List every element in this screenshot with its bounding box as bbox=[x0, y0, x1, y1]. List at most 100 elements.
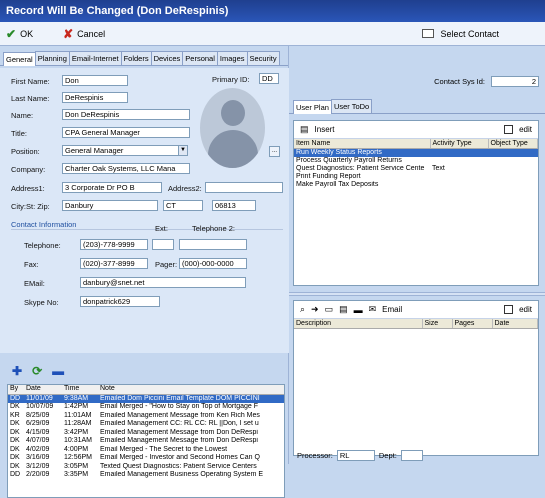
att-header-pages[interactable]: Pages bbox=[452, 319, 493, 329]
tab-general[interactable]: General bbox=[3, 52, 36, 66]
cancel-button[interactable]: ✘ Cancel bbox=[63, 27, 105, 41]
refresh-icon[interactable]: ⟳ bbox=[32, 364, 42, 378]
skype-field[interactable]: donpatrick629 bbox=[80, 296, 160, 307]
history-row[interactable]: DK 10/07/09 1:42PM Email Merged - "How to S… bbox=[8, 403, 284, 412]
add-plus-icon[interactable]: ✚ bbox=[12, 364, 22, 378]
tab-folders[interactable]: Folders bbox=[120, 51, 152, 65]
tab-planning[interactable]: Planning bbox=[34, 51, 70, 65]
plan-row[interactable]: Run Weekly Status Reports bbox=[294, 148, 538, 157]
pager-field[interactable]: (000)-000-0000 bbox=[179, 258, 247, 269]
contact-info-divider bbox=[11, 229, 283, 230]
contact-info-label: Contact Information bbox=[11, 220, 77, 229]
first-name-label: First Name: bbox=[11, 77, 50, 86]
history-cell-by: DD bbox=[10, 471, 21, 478]
window-title: Record Will Be Changed (Don DeRespinis) bbox=[0, 0, 545, 22]
remove-minus-icon[interactable]: ▬ bbox=[52, 364, 64, 378]
primary-id-field[interactable]: DD bbox=[259, 73, 279, 84]
chevron-down-icon[interactable]: ▼ bbox=[178, 146, 187, 155]
edit2-checkbox[interactable] bbox=[504, 305, 514, 314]
history-cell-by: DD bbox=[8, 394, 24, 403]
name-field[interactable]: Don DeRespinis bbox=[62, 109, 190, 120]
first-name-field[interactable]: Don bbox=[62, 75, 128, 86]
plan-row[interactable]: Print Funding Report bbox=[294, 173, 538, 181]
plan-cell-activity-type bbox=[430, 148, 488, 157]
pane-splitter[interactable] bbox=[289, 292, 545, 296]
insert-icon[interactable]: ▤ bbox=[300, 124, 309, 135]
history-header-by[interactable]: By bbox=[8, 385, 24, 395]
avatar-head-shape bbox=[221, 100, 245, 126]
plan-row[interactable]: Quest Diagnostics: Patient Service Cente… bbox=[294, 165, 538, 173]
tab-personal[interactable]: Personal bbox=[182, 51, 218, 65]
plan-cell-object-type bbox=[488, 148, 538, 157]
state-field[interactable]: CT bbox=[163, 200, 203, 211]
user-plan-toolbar: ▤ Insert edit bbox=[294, 121, 538, 139]
address1-label: Address1: bbox=[11, 184, 45, 193]
contact-sys-id-field[interactable]: 2 bbox=[491, 76, 539, 87]
history-cell-time: 4:00PM bbox=[64, 445, 89, 453]
arrow-icon[interactable]: ➜ bbox=[311, 304, 319, 315]
tab-security[interactable]: Security bbox=[246, 51, 280, 65]
plan-cell-item-name: Make Payroll Tax Deposits bbox=[296, 180, 379, 188]
dept-field[interactable] bbox=[400, 450, 423, 461]
title-field[interactable]: CPA General Manager bbox=[62, 127, 190, 138]
telephone2-field[interactable] bbox=[179, 239, 247, 250]
email-button[interactable]: Email bbox=[382, 305, 402, 314]
plan-row[interactable]: Process Quarterly Payroll Returns bbox=[294, 157, 538, 165]
history-cell-note: Emailed Management Message from Don DeRe… bbox=[100, 437, 258, 444]
history-row[interactable]: DD 11/01/09 9:38AM Emailed Dom Piccini Emai… bbox=[8, 394, 284, 403]
att-header-size[interactable]: Size bbox=[422, 319, 453, 329]
history-row[interactable]: DK 4/07/09 10:31AM Emailed Management Messa… bbox=[8, 437, 284, 446]
attachments-pane: ⌕ ➜ ▭ ▤ ▬ ✉ Email edit Description Size bbox=[293, 300, 539, 456]
insert-button[interactable]: Insert bbox=[315, 125, 335, 134]
plan-row[interactable]: Make Payroll Tax Deposits bbox=[294, 181, 538, 189]
fax-field[interactable]: (020)-377-8999 bbox=[80, 258, 148, 269]
plan-header-object-type[interactable]: Object Type bbox=[488, 139, 538, 149]
history-cell-time: 3:42PM bbox=[64, 428, 89, 436]
history-row[interactable]: DK 4/15/09 3:42PM Emailed Management Messag… bbox=[8, 429, 284, 438]
edit-checkbox[interactable] bbox=[504, 125, 514, 134]
contact-photo-placeholder bbox=[200, 88, 265, 168]
processor-field[interactable]: RL bbox=[336, 450, 375, 461]
email-field[interactable]: danbury@snet.net bbox=[80, 277, 246, 288]
history-header-time[interactable]: Time bbox=[62, 385, 98, 395]
history-cell-by: DK bbox=[10, 454, 20, 461]
plan-header-activity-type[interactable]: Activity Type bbox=[430, 139, 489, 149]
tab-user-todo[interactable]: User ToDo bbox=[330, 99, 373, 113]
tab-email-internet[interactable]: Email-Internet bbox=[68, 51, 122, 65]
plan-cell-activity-type bbox=[430, 181, 488, 189]
minus-icon[interactable]: ▬ bbox=[354, 305, 363, 315]
att-header-date[interactable]: Date bbox=[492, 319, 538, 329]
history-row[interactable]: DK 3/16/09 12:56PM Email Merged - Investor … bbox=[8, 454, 284, 463]
address2-field[interactable] bbox=[205, 182, 283, 193]
history-row[interactable]: KR 8/25/09 11:01AM Emailed Management Messa… bbox=[8, 412, 284, 421]
telephone-field[interactable]: (203)-778-9999 bbox=[80, 239, 148, 250]
address1-field[interactable]: 3 Corporate Dr PO B bbox=[62, 182, 162, 193]
attachments-toolbar: ⌕ ➜ ▭ ▤ ▬ ✉ Email edit bbox=[294, 301, 538, 319]
history-row[interactable]: DK 6/29/09 11:28AM Emailed Management CC: R… bbox=[8, 420, 284, 429]
folder-icon[interactable]: ▭ bbox=[325, 304, 334, 315]
tab-images[interactable]: Images bbox=[216, 51, 248, 65]
ok-button[interactable]: ✔ OK bbox=[6, 27, 33, 41]
history-header-date[interactable]: Date bbox=[24, 385, 62, 395]
email-icon[interactable]: ✉ bbox=[369, 304, 377, 315]
history-row[interactable]: DD 2/20/09 3:35PM Emailed Management Busine… bbox=[8, 471, 284, 480]
history-header-note[interactable]: Note bbox=[98, 385, 284, 395]
history-cell-time: 3:35PM bbox=[64, 471, 89, 478]
last-name-field[interactable]: DeRespinis bbox=[62, 92, 128, 103]
history-row[interactable]: DK 4/02/09 4:00PM Email Merged - The Secret… bbox=[8, 446, 284, 455]
document-icon[interactable]: ▤ bbox=[339, 304, 348, 315]
select-contact-button[interactable]: Select Contact bbox=[422, 29, 499, 39]
att-header-description[interactable]: Description bbox=[294, 319, 423, 329]
company-field[interactable]: Charter Oak Systems, LLC Mana bbox=[62, 163, 190, 174]
city-field[interactable]: Danbury bbox=[62, 200, 158, 211]
left-panel: General Planning Email-Internet Folders … bbox=[0, 46, 289, 498]
plan-cell-item-name: Process Quarterly Payroll Returns bbox=[296, 156, 402, 164]
zip-field[interactable]: 06813 bbox=[212, 200, 256, 211]
tab-devices[interactable]: Devices bbox=[150, 51, 184, 65]
search-icon[interactable]: ⌕ bbox=[300, 304, 305, 315]
ext-field[interactable] bbox=[152, 239, 174, 250]
photo-browse-button[interactable]: ... bbox=[269, 146, 280, 157]
position-select[interactable]: General Manager ▼ bbox=[62, 145, 188, 156]
tab-user-plan[interactable]: User Plan bbox=[293, 100, 332, 114]
plan-header-item-name[interactable]: Item Name bbox=[294, 139, 431, 149]
